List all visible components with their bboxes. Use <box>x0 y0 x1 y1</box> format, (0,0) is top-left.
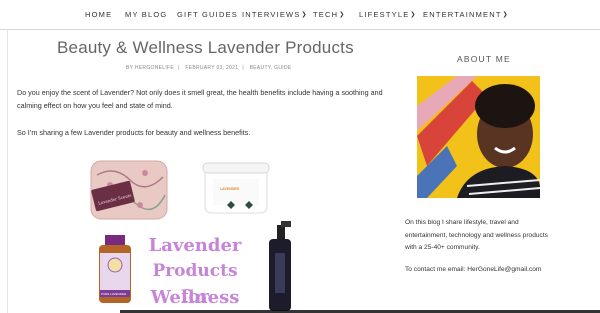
post-meta: BY HERGONELIFE | FEBRUARY 03, 2021 | BEAUT… <box>126 65 292 71</box>
nav-item-label: LIFESTYLE <box>359 10 410 19</box>
post-paragraph: So I’m sharing a few Lavender products f… <box>17 128 251 137</box>
promo-text-line: Wellness <box>150 287 240 308</box>
nav-item-tech[interactable]: TECH ❯ <box>313 10 345 19</box>
nav-item-entertainment[interactable]: ENTERTAINMENT ❯ <box>423 10 509 19</box>
post-title: Beauty & Wellness Lavender Products <box>57 38 354 57</box>
oil-label: PURE LAVENDER <box>101 292 127 296</box>
content-edge-divider <box>7 30 8 313</box>
nav-item-label: ENTERTAINMENT <box>423 10 502 19</box>
chevron-down-icon: ❯ <box>410 12 417 18</box>
cream-jar-product: LAVENDER <box>202 162 270 214</box>
post-author[interactable]: BY HERGONELIFE <box>126 65 174 71</box>
promo-text-line: Lavender <box>148 235 242 256</box>
contact-text: To contact me email: HerGoneLife@gmail.c… <box>405 266 542 273</box>
chevron-down-icon: ❯ <box>301 12 308 18</box>
post-date: FEBRUARY 03, 2021 <box>185 65 239 71</box>
nav-item-label: MY BLOG <box>125 10 168 19</box>
top-navigation: HOME MY BLOG GIFT GUIDES INTERVIEWS ❯ TEC… <box>0 0 600 30</box>
meta-separator: | <box>242 65 244 71</box>
sidebar-title: ABOUT ME <box>457 54 511 64</box>
nav-item-label: TECH <box>313 10 339 19</box>
nav-item-label: INTERVIEWS <box>242 10 301 19</box>
chevron-down-icon: ❯ <box>502 12 509 18</box>
nav-item-lifestyle[interactable]: LIFESTYLE ❯ <box>359 10 417 19</box>
about-text: On this blog I share lifestyle, travel a… <box>405 219 548 251</box>
essential-oil-product: PURE LAVENDER <box>99 235 131 303</box>
nav-item-gift-guides[interactable]: GIFT GUIDES <box>177 10 238 19</box>
nav-item-my-blog[interactable]: MY BLOG <box>125 10 167 19</box>
nav-item-label: HOME <box>85 10 113 19</box>
svg-text:LAVENDER: LAVENDER <box>220 187 239 191</box>
author-photo <box>417 76 540 198</box>
spray-bottle-product <box>269 221 291 311</box>
nav-item-interviews[interactable]: INTERVIEWS ❯ <box>242 10 308 19</box>
nav-item-label: GIFT GUIDES <box>177 10 238 19</box>
meta-separator: | <box>178 65 180 71</box>
nav-item-home[interactable]: HOME <box>85 10 112 19</box>
chevron-down-icon: ❯ <box>339 12 346 18</box>
post-category[interactable]: BEAUTY, GUIDE <box>250 65 292 71</box>
post-paragraph: Do you enjoy the scent of Lavender? Not … <box>17 88 383 110</box>
eye-pillow-product: Lavender Scents <box>90 160 168 220</box>
